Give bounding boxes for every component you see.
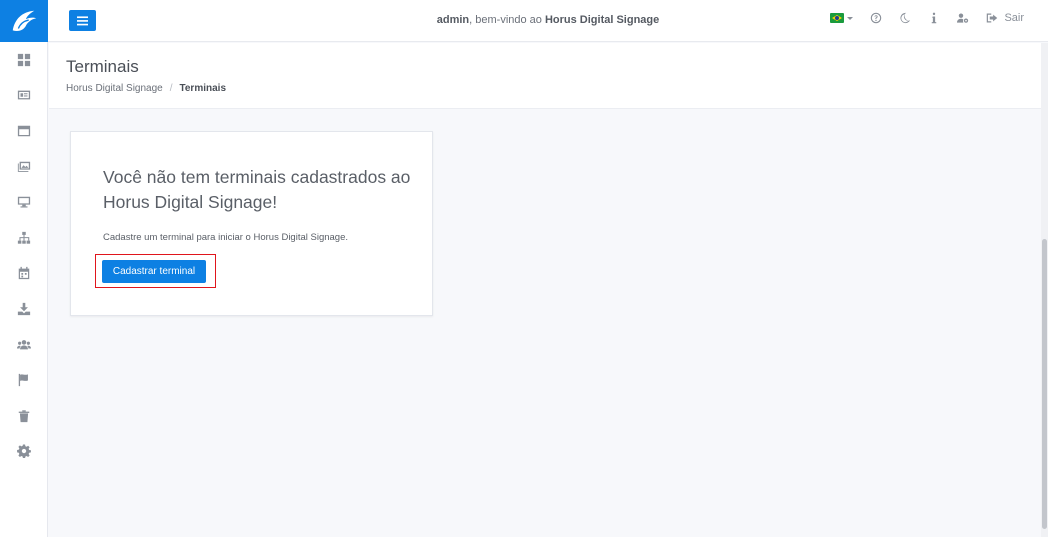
sign-out-icon xyxy=(987,13,998,23)
window-icon xyxy=(17,125,30,137)
breadcrumb-current: Terminais xyxy=(179,83,227,94)
breadcrumb: Horus Digital Signage / Terminais xyxy=(66,83,226,94)
sidebar-nav xyxy=(0,42,47,469)
welcome-text: , bem-vindo ao xyxy=(469,14,545,26)
language-selector[interactable] xyxy=(830,13,854,23)
breadcrumb-home-link[interactable]: Horus Digital Signage xyxy=(66,83,163,94)
welcome-username: admin xyxy=(436,14,470,26)
calendar-icon xyxy=(18,267,29,280)
help-icon xyxy=(871,12,882,24)
info-icon xyxy=(932,12,937,24)
add-terminal-button[interactable]: Cadastrar terminal xyxy=(102,260,206,283)
moon-icon xyxy=(900,12,911,24)
brazil-flag-icon xyxy=(830,13,845,23)
trash-icon xyxy=(18,410,29,422)
top-actions: Sair xyxy=(813,12,1024,24)
sidebar-item-gallery[interactable] xyxy=(0,149,47,185)
gallery-icon xyxy=(17,161,30,172)
empty-state-title: Você não tem terminais cadastrados ao Ho… xyxy=(103,167,411,212)
eagle-logo-icon xyxy=(12,10,37,31)
help-button[interactable] xyxy=(870,12,882,24)
sidebar-item-dashboard[interactable] xyxy=(0,42,47,78)
flag-icon xyxy=(18,374,28,387)
dark-mode-toggle[interactable] xyxy=(899,12,911,24)
empty-state-card: Você não tem terminais cadastrados ao Ho… xyxy=(70,131,433,316)
users-icon xyxy=(16,339,31,349)
sidebar-item-schedule[interactable] xyxy=(0,256,47,292)
sidebar-item-groups[interactable] xyxy=(0,220,47,256)
chevron-down-icon xyxy=(847,16,854,20)
sidebar xyxy=(0,0,48,537)
app-logo[interactable] xyxy=(0,0,48,42)
sidebar-item-users[interactable] xyxy=(0,327,47,363)
page-scrollbar[interactable] xyxy=(1041,43,1048,537)
sidebar-item-downloads[interactable] xyxy=(0,291,47,327)
page-header: Terminais Horus Digital Signage / Termin… xyxy=(49,43,1041,109)
sidebar-item-layouts[interactable] xyxy=(0,113,47,149)
page-title: Terminais xyxy=(66,57,139,76)
media-card-icon xyxy=(17,91,30,100)
welcome-app-name: Horus Digital Signage xyxy=(544,14,660,26)
sidebar-item-campaigns[interactable] xyxy=(0,362,47,398)
sidebar-item-terminals[interactable] xyxy=(0,184,47,220)
sidebar-item-settings[interactable] xyxy=(0,434,47,470)
logout-label: Sair xyxy=(1004,12,1024,24)
info-button[interactable] xyxy=(928,12,940,24)
top-bar: admin, bem-vindo ao Horus Digital Signag… xyxy=(48,0,1048,42)
dashboard-icon xyxy=(17,53,30,66)
scrollbar-thumb[interactable] xyxy=(1042,239,1047,529)
user-gear-icon xyxy=(957,13,969,23)
monitor-icon xyxy=(17,196,30,208)
sidebar-item-trash[interactable] xyxy=(0,398,47,434)
download-icon xyxy=(17,302,30,316)
gear-icon xyxy=(16,444,31,459)
breadcrumb-separator: / xyxy=(169,83,173,94)
sidebar-item-media[interactable] xyxy=(0,78,47,114)
sitemap-icon xyxy=(17,231,30,244)
empty-state-text: Cadastre um terminal para iniciar o Horu… xyxy=(103,232,349,243)
logout-button[interactable]: Sair xyxy=(986,12,1024,24)
user-settings-button[interactable] xyxy=(957,12,969,24)
